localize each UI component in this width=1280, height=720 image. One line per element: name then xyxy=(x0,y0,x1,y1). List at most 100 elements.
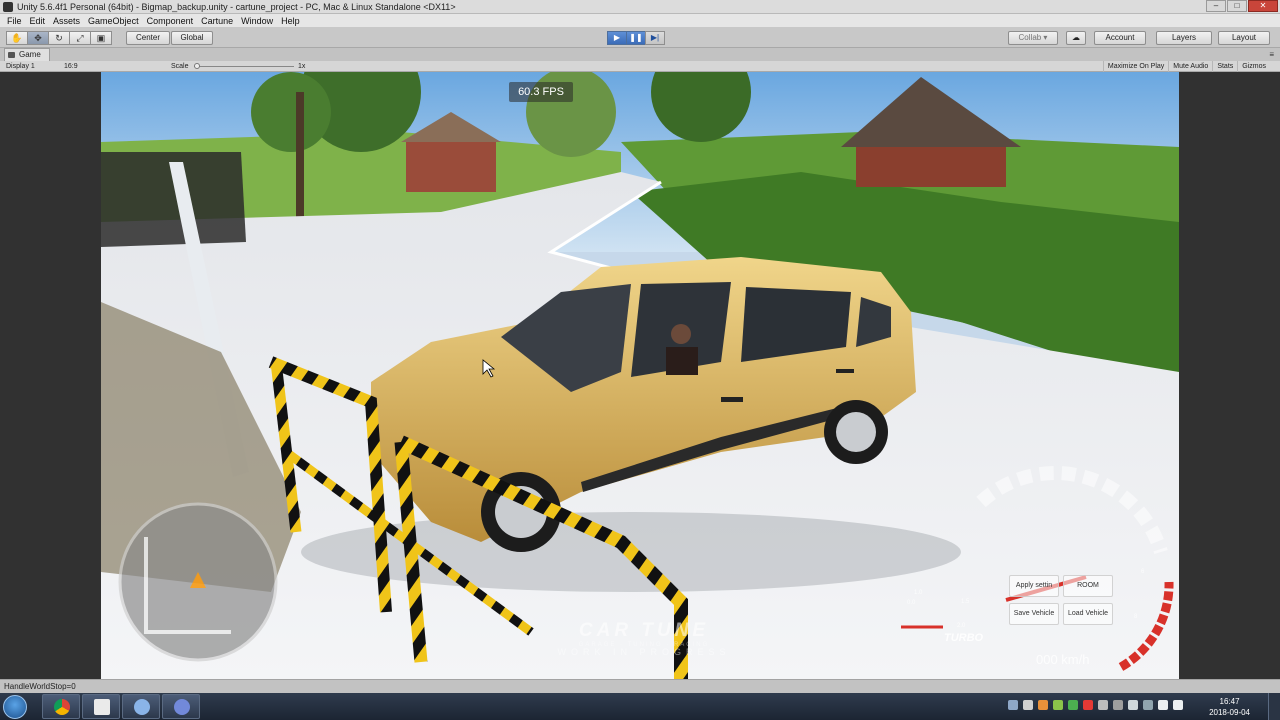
gizmos-dropdown[interactable]: Gizmos xyxy=(1237,61,1270,72)
title-bar: Unity 5.6.4f1 Personal (64bit) - Bigmap_… xyxy=(0,0,1280,14)
game-view-toolbar: Display 1 16:9 Scale 1x Maximize On Play… xyxy=(0,61,1280,72)
menu-component[interactable]: Component xyxy=(143,16,198,26)
volume-icon[interactable] xyxy=(1173,700,1183,710)
tray-icon-2[interactable] xyxy=(1023,700,1033,710)
turbo-tick-0: 0.0 xyxy=(907,600,916,606)
scale-slider[interactable] xyxy=(194,66,294,67)
mute-audio-toggle[interactable]: Mute Audio xyxy=(1168,61,1212,72)
status-message: HandleWorldStop=0 xyxy=(4,682,76,691)
stats-toggle[interactable]: Stats xyxy=(1212,61,1237,72)
menu-help[interactable]: Help xyxy=(277,16,304,26)
tab-menu-icon[interactable]: ≡ xyxy=(1269,50,1274,59)
account-dropdown[interactable]: Account xyxy=(1094,31,1146,45)
window-controls: – □ ✕ xyxy=(1205,0,1278,13)
collab-button[interactable]: Collab ▾ xyxy=(1008,31,1058,45)
aspect-dropdown[interactable]: 16:9 xyxy=(64,61,78,72)
scale-value: 1x xyxy=(298,63,306,70)
window-title: Unity 5.6.4f1 Personal (64bit) - Bigmap_… xyxy=(17,1,456,12)
pause-button[interactable]: ❚❚ xyxy=(626,31,646,45)
fps-counter: 60.3 FPS xyxy=(509,82,573,102)
visual-studio-icon xyxy=(134,699,150,715)
taskbar-unity[interactable] xyxy=(82,694,120,719)
cartune-logo: CAR TUNE xyxy=(578,620,710,641)
menu-cartune[interactable]: Cartune xyxy=(197,16,237,26)
tab-game[interactable]: Game xyxy=(4,48,50,61)
taskbar-visual-studio[interactable] xyxy=(122,694,160,719)
menu-assets[interactable]: Assets xyxy=(49,16,84,26)
pivot-center-button[interactable]: Center xyxy=(126,31,170,45)
tree-trunk xyxy=(296,92,304,222)
pivot-global-button[interactable]: Global xyxy=(171,31,213,45)
move-tool-icon[interactable]: ✥ xyxy=(27,31,49,45)
chrome-icon xyxy=(54,699,70,715)
taskbar-discord[interactable] xyxy=(162,694,200,719)
apply-settings-button[interactable]: Apply settin xyxy=(1009,575,1059,597)
menu-file[interactable]: File xyxy=(3,16,26,26)
tray-icon-4[interactable] xyxy=(1053,700,1063,710)
room-button[interactable]: ROOM xyxy=(1063,575,1113,597)
tray-icon-7[interactable] xyxy=(1098,700,1108,710)
scale-label: Scale xyxy=(171,63,189,70)
menu-window[interactable]: Window xyxy=(237,16,277,26)
tray-icon-3[interactable] xyxy=(1038,700,1048,710)
tray-icon-8[interactable] xyxy=(1113,700,1123,710)
tray-icon-1[interactable] xyxy=(1008,700,1018,710)
turbo-tick-2: 1.5 xyxy=(961,599,970,605)
minimap xyxy=(118,502,278,662)
display-dropdown[interactable]: Display 1 xyxy=(6,61,35,72)
scale-tool-icon[interactable]: ⤢ xyxy=(69,31,91,45)
layout-dropdown[interactable]: Layout xyxy=(1218,31,1270,45)
tray-icon-10[interactable] xyxy=(1143,700,1153,710)
menu-edit[interactable]: Edit xyxy=(26,16,50,26)
step-button[interactable]: ▶| xyxy=(645,31,665,45)
rect-tool-icon[interactable]: ▣ xyxy=(90,31,112,45)
unity-logo-icon xyxy=(3,1,13,12)
game-tab-bar: Game ≡ xyxy=(0,48,1280,61)
game-viewport[interactable]: 60.3 FPS Apply settin ROOM Save Vehicle … xyxy=(101,72,1179,679)
minimize-button[interactable]: – xyxy=(1206,0,1226,12)
windows-taskbar: 16:47 2018-09-04 xyxy=(0,693,1280,720)
tab-game-label: Game xyxy=(19,50,41,59)
tray-icon-9[interactable] xyxy=(1128,700,1138,710)
maximize-on-play-toggle[interactable]: Maximize On Play xyxy=(1102,61,1168,72)
tray-icon-6[interactable] xyxy=(1083,700,1093,710)
layers-dropdown[interactable]: Layers xyxy=(1156,31,1212,45)
tray-icon-5[interactable] xyxy=(1068,700,1078,710)
play-controls: ▶ ❚❚ ▶| xyxy=(607,31,665,45)
speed-readout: 000 km/h xyxy=(1036,652,1090,667)
windows-start-icon[interactable] xyxy=(3,695,27,719)
cloud-icon[interactable]: ☁ xyxy=(1066,31,1086,45)
turbo-tick-3: 2.0 xyxy=(957,623,966,629)
hand-tool-icon[interactable]: ✋ xyxy=(6,31,28,45)
unity-icon xyxy=(94,699,110,715)
play-button[interactable]: ▶ xyxy=(607,31,627,45)
tree-2 xyxy=(251,72,331,152)
scale-slider-handle[interactable] xyxy=(194,63,200,69)
game-controller-icon xyxy=(8,52,15,58)
menu-bar: File Edit Assets GameObject Component Ca… xyxy=(0,14,1280,28)
menu-gameobject[interactable]: GameObject xyxy=(84,16,143,26)
save-vehicle-button[interactable]: Save Vehicle xyxy=(1009,603,1059,625)
turbo-tick-1: 1.0 xyxy=(914,590,923,596)
system-tray xyxy=(1008,700,1188,710)
network-icon[interactable] xyxy=(1158,700,1168,710)
taskbar-chrome[interactable] xyxy=(42,694,80,719)
turbo-label: TURBO xyxy=(944,632,984,644)
status-bar[interactable]: HandleWorldStop=0 xyxy=(0,679,1280,693)
taskbar-clock[interactable]: 16:47 2018-09-04 xyxy=(1209,696,1250,718)
close-button[interactable]: ✕ xyxy=(1248,0,1278,12)
clock-time: 16:47 xyxy=(1219,697,1240,706)
work-in-progress-label: WORK IN PROGRESS xyxy=(557,647,731,657)
transform-tools: ✋ ✥ ↻ ⤢ ▣ xyxy=(6,31,112,45)
main-toolbar: ✋ ✥ ↻ ⤢ ▣ Center Global ▶ ❚❚ ▶| Collab ▾… xyxy=(0,28,1280,48)
clock-date: 2018-09-04 xyxy=(1209,708,1250,717)
rpm-tick-6: 6 xyxy=(1141,569,1145,575)
rotate-tool-icon[interactable]: ↻ xyxy=(48,31,70,45)
game-view-options: Maximize On Play Mute Audio Stats Gizmos xyxy=(1102,61,1270,72)
maximize-button[interactable]: □ xyxy=(1227,0,1247,12)
discord-icon xyxy=(174,699,190,715)
show-desktop-button[interactable] xyxy=(1268,693,1280,720)
rpm-tick-8: 8 xyxy=(1134,614,1138,620)
load-vehicle-button[interactable]: Load Vehicle xyxy=(1063,603,1113,625)
cartune-watermark: CAR TUNE GARAGE · TUNING · RACING WORK I… xyxy=(539,620,749,657)
